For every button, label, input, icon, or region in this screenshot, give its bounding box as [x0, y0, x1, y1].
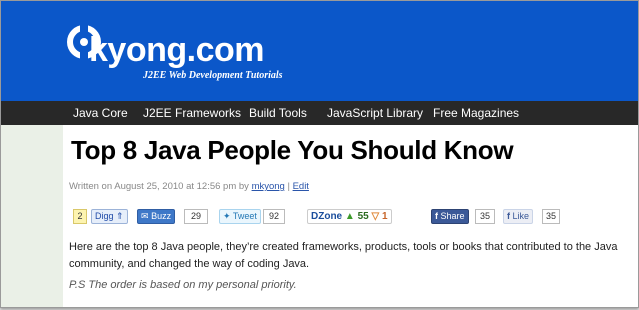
digg-label: Digg	[95, 211, 114, 221]
article-intro-paragraph: Here are the top 8 Java people, they’re …	[69, 241, 618, 270]
article-content: Top 8 Java People You Should Know Writte…	[63, 125, 638, 307]
dzone-down-count: 1	[381, 211, 388, 222]
meta-date-text: Written on August 25, 2010 at 12:56 pm b…	[69, 181, 249, 192]
author-link[interactable]: mkyong	[252, 181, 285, 192]
twitter-bird-icon: ✦	[223, 211, 231, 221]
nav-item-j2ee-frameworks[interactable]: J2EE Frameworks	[143, 106, 241, 120]
buzz-count: 29	[184, 209, 208, 224]
tweet-count: 92	[263, 209, 285, 224]
dzone-down-icon: ▽	[371, 211, 380, 222]
logo-text: kyong.com	[89, 31, 264, 69]
digg-arrow-icon: ⇑	[116, 211, 124, 221]
dzone-label: DZone	[311, 211, 343, 222]
site-header: kyong.com J2EE Web Development Tutorials	[1, 1, 638, 101]
buzz-icon: ✉	[141, 211, 149, 221]
dzone-up-icon: ▲	[344, 211, 355, 222]
article-title: Top 8 Java People You Should Know	[71, 135, 514, 165]
digg-count: 2	[73, 209, 87, 224]
browser-frame: kyong.com J2EE Web Development Tutorials…	[0, 0, 639, 308]
facebook-like-label: Like	[512, 211, 530, 221]
nav-item-javascript-library[interactable]: JavaScript Library	[327, 106, 423, 120]
dzone-button[interactable]: DZone ▲ 55 ▽ 1	[307, 209, 392, 224]
tweet-label: Tweet	[232, 211, 257, 221]
nav-item-java-core[interactable]: Java Core	[73, 106, 128, 120]
buzz-button[interactable]: ✉ Buzz	[137, 209, 176, 224]
article-meta: Written on August 25, 2010 at 12:56 pm b…	[69, 181, 309, 192]
nav-item-build-tools[interactable]: Build Tools	[249, 106, 307, 120]
facebook-share-count: 35	[475, 209, 495, 224]
facebook-share-label: Share	[440, 211, 465, 221]
nav-item-free-magazines[interactable]: Free Magazines	[433, 106, 519, 120]
main-nav: Java Core J2EE Frameworks Build Tools Ja…	[1, 101, 638, 125]
facebook-like-count: 35	[542, 209, 560, 224]
dzone-up-count: 55	[357, 211, 369, 222]
share-bar: 2 Digg ⇑ ✉ Buzz 29 ✦ Tweet 92 DZone ▲ 55	[63, 209, 638, 224]
facebook-share-button[interactable]: f Share	[431, 209, 469, 224]
article-ps-note: P.S The order is based on my personal pr…	[69, 279, 297, 291]
digg-button[interactable]: Digg ⇑	[91, 209, 128, 224]
meta-separator: |	[287, 181, 290, 192]
tweet-button[interactable]: ✦ Tweet	[219, 209, 261, 224]
facebook-like-button[interactable]: f Like	[503, 209, 534, 224]
buzz-label: Buzz	[151, 211, 172, 221]
edit-link[interactable]: Edit	[293, 181, 309, 192]
logo-tagline: J2EE Web Development Tutorials	[143, 70, 283, 81]
facebook-like-icon: f	[507, 211, 510, 221]
left-sidebar-strip	[1, 125, 63, 307]
facebook-icon: f	[435, 211, 438, 221]
